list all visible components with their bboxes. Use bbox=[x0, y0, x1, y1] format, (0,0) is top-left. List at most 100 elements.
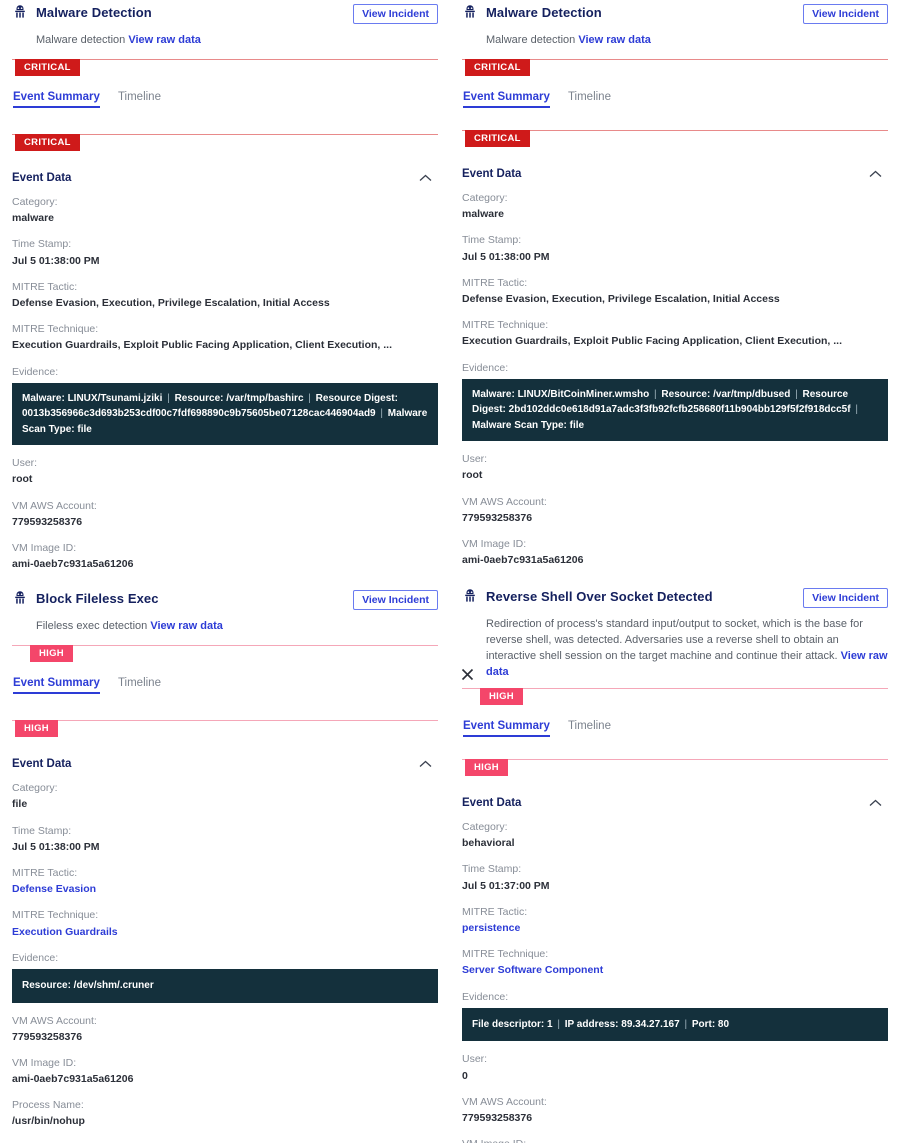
field-label: VM AWS Account: bbox=[12, 1014, 97, 1027]
view-raw-data-link[interactable]: View raw data bbox=[128, 34, 201, 46]
tab-event-summary[interactable]: Event Summary bbox=[13, 677, 100, 695]
view-raw-data-link[interactable]: View raw data bbox=[150, 620, 223, 632]
field-value: Jul 5 01:37:00 PM bbox=[462, 879, 550, 892]
field-user: User: 0 bbox=[462, 1052, 888, 1083]
severity-badge-detail: HIGH bbox=[465, 759, 508, 777]
event-header: Reverse Shell Over Socket Detected View … bbox=[462, 584, 888, 609]
event-header-left: Malware Detection bbox=[462, 4, 602, 20]
field-mitre-tactic: MITRE Tactic: Defense Evasion, Execution… bbox=[12, 280, 438, 311]
event-card-block-fileless-exec: Block Fileless Exec View Incident Filele… bbox=[12, 586, 438, 1143]
severity-strip: HIGH bbox=[462, 688, 888, 706]
tab-event-summary[interactable]: Event Summary bbox=[13, 91, 100, 108]
severity-rule bbox=[462, 688, 888, 690]
evidence-value: File descriptor: 1 | IP address: 89.34.2… bbox=[462, 1007, 888, 1042]
tab-timeline[interactable]: Timeline bbox=[118, 91, 161, 108]
field-label: VM Image ID: bbox=[462, 1137, 888, 1143]
field-user: User: root bbox=[12, 456, 438, 487]
field-label: User: bbox=[12, 457, 38, 470]
field-mitre-technique: MITRE Technique: Execution Guardrails bbox=[12, 908, 438, 939]
field-value: Jul 5 01:38:00 PM bbox=[12, 254, 100, 267]
view-raw-data-link[interactable]: View raw data bbox=[578, 34, 651, 46]
severity-strip: CRITICAL bbox=[462, 58, 888, 76]
event-header-left: Reverse Shell Over Socket Detected bbox=[462, 588, 713, 604]
tab-event-summary[interactable]: Event Summary bbox=[463, 91, 550, 108]
field-mitre-tactic: MITRE Tactic: persistence bbox=[462, 905, 888, 936]
event-tabs: Event Summary Timeline bbox=[12, 91, 438, 108]
event-header-left: Malware Detection bbox=[12, 4, 152, 20]
evidence-value: Resource: /dev/shm/.cruner bbox=[12, 969, 438, 1003]
field-value: malware bbox=[12, 212, 55, 225]
malware-bug-icon bbox=[15, 591, 25, 604]
tab-timeline[interactable]: Timeline bbox=[568, 91, 611, 108]
event-header: Malware Detection View Incident bbox=[12, 0, 438, 24]
field-label: MITRE Tactic: bbox=[462, 905, 528, 918]
field-label: MITRE Technique: bbox=[462, 319, 549, 332]
event-title: Malware Detection bbox=[36, 4, 152, 20]
event-data-header[interactable]: Event Data bbox=[462, 797, 888, 809]
event-description-text: Fileless exec detection bbox=[36, 620, 151, 633]
severity-strip-detail: CRITICAL bbox=[462, 129, 888, 147]
field-category: Category: behavioral bbox=[462, 820, 888, 851]
field-value: root bbox=[12, 473, 33, 486]
event-data-title: Event Data bbox=[12, 758, 72, 771]
field-value[interactable]: Server Software Component bbox=[462, 963, 888, 978]
event-data-header[interactable]: Event Data bbox=[12, 758, 438, 770]
right-panel: Malware Detection View Incident Malware … bbox=[450, 0, 900, 1143]
field-value: Jul 5 01:38:00 PM bbox=[12, 840, 100, 853]
severity-strip-detail: CRITICAL bbox=[12, 133, 438, 151]
chevron-up-icon[interactable] bbox=[419, 174, 432, 182]
field-value: Jul 5 01:38:00 PM bbox=[462, 250, 550, 263]
severity-rule bbox=[462, 759, 888, 761]
chevron-up-icon[interactable] bbox=[869, 799, 882, 807]
event-card-malware-detection: Malware Detection View Incident Malware … bbox=[462, 0, 888, 568]
view-incident-button[interactable]: View Incident bbox=[353, 590, 438, 611]
field-value[interactable]: persistence bbox=[462, 921, 888, 936]
field-evidence: Evidence: Malware: LINUX/Tsunami.jziki |… bbox=[12, 365, 438, 446]
field-evidence: Evidence: File descriptor: 1 | IP addres… bbox=[462, 990, 888, 1042]
field-mitre-tactic: MITRE Tactic: Defense Evasion, Execution… bbox=[462, 276, 888, 307]
field-label: Evidence: bbox=[462, 990, 509, 1003]
event-data-header[interactable]: Event Data bbox=[462, 168, 888, 180]
chevron-up-icon[interactable] bbox=[419, 760, 432, 768]
field-value: ami-0aeb7c931a5a61206 bbox=[12, 1073, 134, 1086]
field-mitre-technique: MITRE Technique: Execution Guardrails, E… bbox=[12, 322, 438, 353]
field-label: Evidence: bbox=[12, 951, 59, 964]
severity-badge: HIGH bbox=[480, 688, 523, 706]
field-value: Defense Evasion, Execution, Privilege Es… bbox=[462, 292, 780, 305]
field-label: VM AWS Account: bbox=[462, 1095, 547, 1108]
field-label: Category: bbox=[12, 195, 58, 208]
view-incident-button[interactable]: View Incident bbox=[803, 4, 888, 24]
view-incident-button[interactable]: View Incident bbox=[803, 588, 888, 609]
event-description-text: Redirection of process's standard input/… bbox=[486, 618, 863, 663]
severity-rule bbox=[12, 720, 438, 722]
field-value[interactable]: Execution Guardrails bbox=[12, 925, 438, 940]
field-vm-aws-account: VM AWS Account: 779593258376 bbox=[12, 1014, 438, 1045]
view-incident-button[interactable]: View Incident bbox=[353, 4, 438, 24]
event-description: Redirection of process's standard input/… bbox=[486, 617, 888, 681]
field-value: malware bbox=[462, 208, 505, 221]
event-data-header[interactable]: Event Data bbox=[12, 172, 438, 184]
close-icon[interactable] bbox=[461, 668, 474, 681]
field-vm-aws-account: VM AWS Account: 779593258376 bbox=[12, 499, 438, 530]
field-label: Category: bbox=[462, 821, 508, 834]
tab-timeline[interactable]: Timeline bbox=[568, 720, 611, 737]
evidence-value: Malware: LINUX/Tsunami.jziki | Resource:… bbox=[12, 382, 438, 446]
field-value[interactable]: Defense Evasion bbox=[12, 882, 438, 897]
field-label: User: bbox=[462, 1053, 488, 1066]
severity-strip-detail: HIGH bbox=[462, 759, 888, 777]
tab-event-summary[interactable]: Event Summary bbox=[463, 720, 550, 738]
chevron-up-icon[interactable] bbox=[869, 170, 882, 178]
field-label: MITRE Technique: bbox=[12, 909, 99, 922]
event-data-title: Event Data bbox=[462, 797, 522, 810]
event-card-malware-detection: Malware Detection View Incident Malware … bbox=[12, 0, 438, 572]
tab-timeline[interactable]: Timeline bbox=[118, 677, 161, 694]
event-description-text: Malware detection bbox=[486, 34, 579, 46]
field-label: Time Stamp: bbox=[12, 824, 72, 837]
field-value: /usr/bin/nohup bbox=[12, 1115, 85, 1128]
event-header: Block Fileless Exec View Incident bbox=[12, 586, 438, 611]
field-value: root bbox=[462, 469, 483, 482]
event-description: Fileless exec detection View raw data bbox=[36, 619, 436, 635]
field-value: file bbox=[12, 798, 28, 811]
field-label: Time Stamp: bbox=[462, 234, 522, 247]
field-label: VM Image ID: bbox=[12, 1056, 77, 1069]
